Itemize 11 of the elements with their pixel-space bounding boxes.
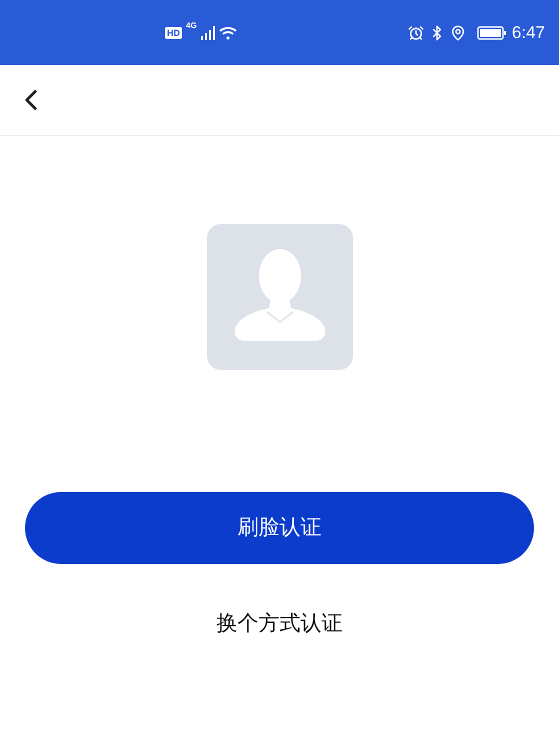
avatar-placeholder-icon — [206, 224, 352, 370]
wifi-icon — [218, 26, 237, 40]
face-verification-button[interactable]: 刷脸认证 — [25, 492, 534, 564]
clock-time: 6:47 — [512, 22, 545, 44]
battery-icon — [476, 26, 507, 40]
hd-indicator: HD — [165, 26, 182, 38]
signal-icon — [200, 26, 215, 40]
location-icon — [450, 24, 466, 40]
network-type: 4G — [186, 22, 197, 30]
alternate-method-link[interactable]: 换个方式认证 — [216, 608, 342, 640]
alarm-icon — [408, 24, 424, 40]
